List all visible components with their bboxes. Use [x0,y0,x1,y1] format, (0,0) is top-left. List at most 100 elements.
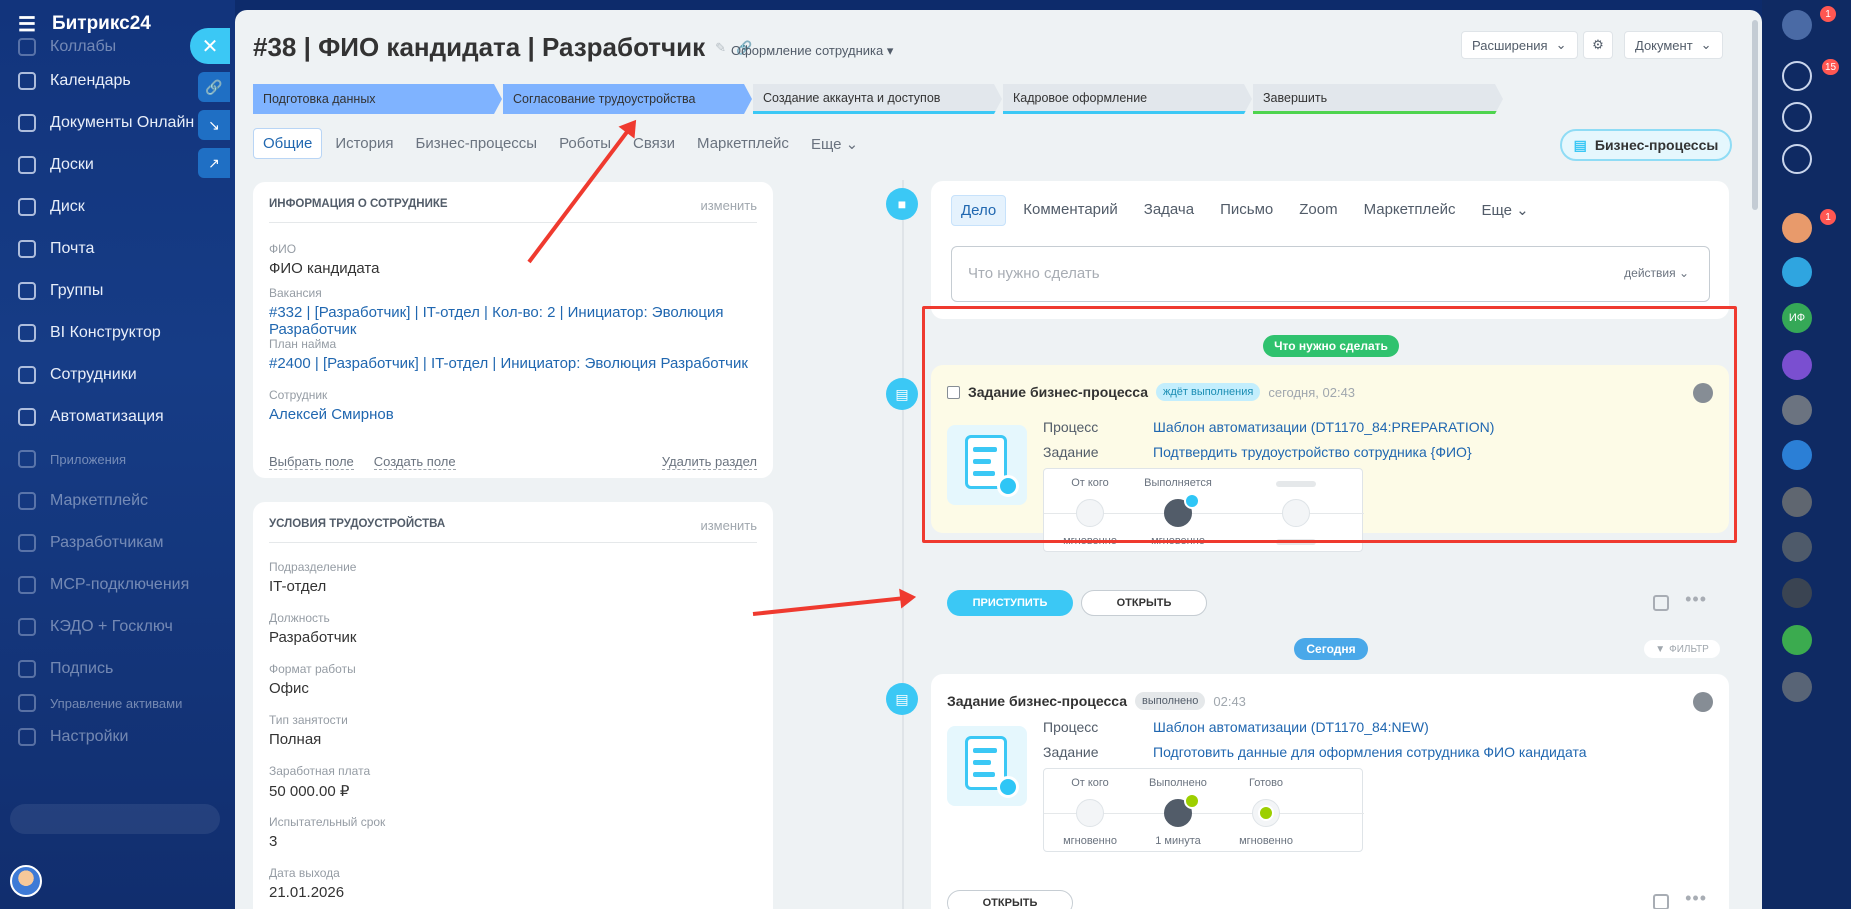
menu-icon[interactable]: ☰ [18,12,36,37]
editor-tab-marketplace[interactable]: Маркетплейс [1355,195,1465,226]
tab-bizproc[interactable]: Бизнес-процессы [407,129,547,158]
field-position: Должность Разработчик [269,611,357,646]
contact-initials[interactable]: ИФ [1782,303,1812,333]
sidebar-item-boards[interactable]: Доски [0,144,220,186]
bizproc-button[interactable]: ▤ Бизнес-процессы [1560,129,1732,161]
start-button[interactable]: ПРИСТУПИТЬ [947,590,1073,616]
sidebar-item-disk[interactable]: Диск [0,186,220,228]
create-field-link[interactable]: Создать поле [373,454,456,470]
search-icon[interactable] [1782,144,1812,174]
stage-account[interactable]: Создание аккаунта и доступов [753,84,1002,114]
tab-history[interactable]: История [326,129,402,158]
profile-avatar[interactable]: 1 [1782,6,1836,40]
editor-tab-comment[interactable]: Комментарий [1014,195,1126,226]
activity-header: Задание бизнес-процесса выполнено 02:43 [947,692,1246,710]
field-employment-type: Тип занятости Полная [269,713,348,748]
workflow-status: От кого Выполнено Готово мгновенно 1 мин… [1043,768,1364,852]
tab-more[interactable]: Еще ⌄ [802,129,867,159]
more-icon[interactable]: ••• [1685,888,1707,909]
sidebar-item-calendar[interactable]: Календарь [0,60,220,102]
user-icon[interactable] [1693,692,1713,712]
document-button[interactable]: Документ ⌄ [1624,31,1723,59]
disk-icon [18,198,36,216]
sidebar-item-docs[interactable]: Документы Онлайн [0,102,220,144]
mail-icon [18,240,36,258]
sidebar-item-settings[interactable]: Настройки [0,716,220,758]
filter-button[interactable]: ▼ ФИЛЬТР [1644,640,1720,658]
today-pill: Сегодня [1294,638,1368,660]
contact-avatar-5[interactable] [1782,532,1812,562]
sidebar-item-marketplace[interactable]: Маркетплейс [0,480,220,522]
todo-input[interactable]: Что нужно сделать действия ⌄ [951,246,1710,302]
contact-avatar-1[interactable]: 1 [1782,209,1836,243]
note-icon[interactable] [1653,595,1669,611]
sidebar-item-groups[interactable]: Группы [0,270,220,312]
open-button[interactable]: ОТКРЫТЬ [947,890,1073,909]
groups-icon [18,282,36,300]
sidebar-search[interactable] [10,804,220,834]
more-icon[interactable]: ••• [1685,589,1707,610]
extensions-button[interactable]: Расширения ⌄ [1461,31,1578,59]
sidebar-item-employees[interactable]: Сотрудники [0,354,220,396]
stage-finish[interactable]: Завершить [1253,84,1503,114]
category-select[interactable]: Оформление сотрудника ▾ [731,43,893,59]
sidebar-item-collabs[interactable]: Коллабы [0,34,220,60]
sidebar-item-automation[interactable]: Автоматизация [0,396,220,438]
contact-avatar-7[interactable] [1782,672,1812,702]
edit-link[interactable]: изменить [700,198,757,213]
sidebar-item-mail[interactable]: Почта [0,228,220,270]
bell-icon[interactable]: 15 [1782,59,1840,91]
card-title: Условия трудоустройства [269,518,446,530]
bookmark-icon[interactable] [1782,440,1812,470]
bizproc-timeline-icon: ▤ [886,683,918,715]
contact-avatar-2[interactable] [1782,350,1812,380]
sidebar-item-assets[interactable]: Управление активами [0,690,220,716]
field-work-format: Формат работы Офис [269,662,356,697]
pencil-icon[interactable]: ✎ [715,40,726,56]
sidebar-item-developers[interactable]: Разработчикам [0,522,220,564]
gear-icon[interactable]: ⚙ [1583,31,1613,59]
entity-tabs: Общие История Бизнес-процессы Роботы Свя… [253,128,867,159]
chat-icon[interactable] [1782,257,1812,287]
stage-approval[interactable]: Согласование трудоустройства [503,84,752,114]
select-field-link[interactable]: Выбрать поле [269,454,354,470]
contact-avatar-6[interactable] [1782,578,1812,608]
tab-general[interactable]: Общие [253,128,323,159]
sidebar-item-sign[interactable]: Подпись [0,648,220,690]
hiring-plan-link[interactable]: #2400 | [Разработчик] | IT-отдел | Иници… [269,355,757,372]
sidebar-item-apps[interactable]: Приложения [0,438,220,480]
filter-icon: ▼ [1655,643,1666,655]
tab-marketplace[interactable]: Маркетплейс [688,129,798,158]
actions-dropdown[interactable]: действия ⌄ [1624,266,1689,280]
copilot-icon[interactable] [1782,102,1812,132]
user-avatar[interactable] [10,865,42,897]
contact-counter: 1 [1820,209,1836,225]
scrollbar[interactable] [1752,20,1758,210]
collab-icon [18,38,36,56]
contact-avatar-3[interactable] [1782,395,1812,425]
calendar-app-icon[interactable] [1782,625,1812,655]
wf-done-label: Выполнено [1149,777,1207,789]
stage-prepare[interactable]: Подготовка данных [253,84,502,114]
open-button[interactable]: ОТКРЫТЬ [1081,590,1207,616]
editor-tab-task[interactable]: Задача [1135,195,1203,226]
employee-link[interactable]: Алексей Смирнов [269,406,757,423]
editor-tab-todo[interactable]: Дело [951,195,1007,226]
employees-icon [18,366,36,384]
chevron-down-icon: ⌄ [1555,37,1567,52]
task-row: Задание Подготовить данные для оформления… [1043,744,1587,760]
contact-avatar-4[interactable] [1782,487,1812,517]
sidebar-item-kedo[interactable]: КЭДО + Госключ [0,606,220,648]
sidebar-item-bi[interactable]: BI Конструктор [0,312,220,354]
editor-tab-zoom[interactable]: Zoom [1290,195,1346,226]
process-link[interactable]: Шаблон автоматизации (DT1170_84:NEW) [1153,719,1429,735]
edit-link[interactable]: изменить [700,518,757,533]
vacancy-link[interactable]: #332 | [Разработчик] | IT-отдел | Кол-во… [269,304,757,338]
stage-hr[interactable]: Кадровое оформление [1003,84,1252,114]
editor-tab-email[interactable]: Письмо [1211,195,1282,226]
delete-section-link[interactable]: Удалить раздел [661,454,757,470]
sidebar-item-mcp[interactable]: MCP-подключения [0,564,220,606]
task-link[interactable]: Подготовить данные для оформления сотруд… [1153,744,1586,760]
editor-tab-more[interactable]: Еще ⌄ [1472,195,1537,226]
note-icon[interactable] [1653,894,1669,909]
